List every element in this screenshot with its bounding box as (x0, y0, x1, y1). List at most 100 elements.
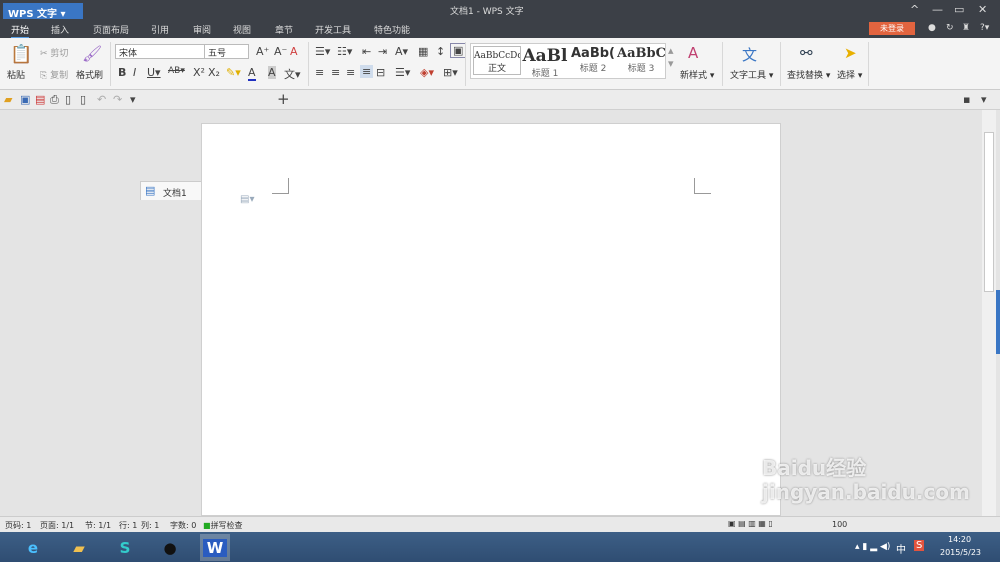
wps-taskbar-icon[interactable]: W (200, 534, 230, 561)
minimize-button[interactable]: — (932, 3, 943, 16)
save-icon[interactable]: ▣ (20, 93, 30, 106)
sync-icon[interactable]: ↻ (946, 23, 954, 33)
highlight-icon[interactable]: ✎▾ (226, 66, 241, 79)
find-replace-label: 查找替换 (787, 71, 824, 81)
paste-button[interactable]: 粘贴 (7, 68, 25, 81)
status-col: 列: 1 (141, 521, 160, 530)
line-spacing-icon[interactable]: ☰▾ (395, 66, 410, 79)
subscript-button[interactable]: X₂ (208, 66, 220, 79)
char-shading-icon[interactable]: A (268, 66, 276, 79)
tab-references[interactable]: 引用 (151, 23, 169, 36)
increase-indent-icon[interactable]: ⇥ (378, 45, 387, 58)
help-icon[interactable]: ?▾ (980, 23, 989, 33)
wps-menu-button[interactable]: WPS 文字 ▾ (3, 3, 83, 20)
new-style-button[interactable]: 新样式 ▾ (680, 68, 714, 81)
clear-format-icon[interactable]: A (290, 45, 298, 58)
table-icon[interactable]: ▦ (418, 45, 428, 58)
spell-check-button[interactable]: ■拼写检查 (203, 520, 243, 531)
numbering-icon[interactable]: ☷▾ (337, 45, 352, 58)
new-tab-button[interactable]: + (277, 90, 290, 108)
tab-page-layout[interactable]: 页面布局 (93, 23, 129, 36)
font-size-select[interactable]: 五号 (204, 44, 249, 59)
collapse-ribbon-icon[interactable]: ^ (910, 3, 919, 16)
document-page[interactable]: ▤▾ (201, 123, 781, 516)
tab-developer[interactable]: 开发工具 (315, 23, 351, 36)
sort-icon[interactable]: ↕ (436, 45, 445, 58)
decrease-indent-icon[interactable]: ⇤ (362, 45, 371, 58)
clock-time[interactable]: 14:20 (948, 535, 971, 544)
strikethrough-button[interactable]: AB▾ (168, 66, 185, 76)
bold-button[interactable]: B (118, 66, 126, 79)
preview-icon[interactable]: ▯ (80, 93, 86, 106)
view-mode-icons[interactable]: ▣ ▤ ▥ ▦ ▯ (728, 519, 773, 528)
select-button[interactable]: 选择 ▾ (837, 68, 862, 81)
grow-font-icon[interactable]: A⁺ (256, 45, 269, 58)
style-scroll-icon[interactable]: ▴ ▾ (668, 44, 674, 70)
text-tools-button[interactable]: 文字工具 ▾ (730, 68, 773, 81)
style-heading-3[interactable]: AaBbC 标题 3 (617, 46, 665, 74)
cut-button[interactable]: ✂ 剪切 (40, 46, 68, 59)
close-button[interactable]: ✕ (978, 3, 987, 16)
zoom-level[interactable]: 100 (832, 520, 847, 529)
align-center-icon[interactable]: ≡ (331, 66, 340, 79)
align-left-icon[interactable]: ≡ (315, 66, 324, 79)
text-direction-icon[interactable]: A▾ (395, 45, 408, 58)
restore-icon[interactable]: ▪ (963, 93, 970, 106)
tab-features[interactable]: 特色功能 (374, 23, 410, 36)
app-name: WPS 文字 (8, 9, 58, 20)
find-replace-button[interactable]: 查找替换 ▾ (787, 68, 830, 81)
clock-date[interactable]: 2015/5/23 (940, 548, 981, 557)
show-marks-icon[interactable]: ▣ (450, 43, 467, 58)
tab-view[interactable]: 视图 (233, 23, 251, 36)
font-name-select[interactable]: 宋体 (115, 44, 205, 59)
export-pdf-icon[interactable]: ▤ (35, 93, 45, 106)
style-normal[interactable]: AaBbCcDd 正文 (473, 46, 521, 75)
tray-icons[interactable]: ▴ ▮ ▂ ◀) (855, 542, 890, 552)
qq-icon[interactable]: ● (155, 534, 185, 561)
options-icon[interactable]: ▾ (981, 93, 987, 106)
shirt-icon[interactable]: ♜ (962, 23, 970, 33)
sogou-icon[interactable]: S (110, 534, 140, 561)
open-icon[interactable]: ▰ (4, 93, 12, 106)
status-row: 行: 1 (119, 521, 138, 530)
italic-button[interactable]: I (133, 66, 136, 79)
distribute-icon[interactable]: ⊟ (376, 66, 385, 79)
superscript-button[interactable]: X² (193, 66, 205, 79)
copy-button[interactable]: ⎘ 复制 (40, 68, 68, 81)
style-gallery: AaBbCcDd 正文 AaBl 标题 1 AaBb(标题 2 AaBbC 标题 3 (470, 43, 666, 79)
print-icon[interactable]: ⎙ (50, 93, 59, 107)
copy-label: 复制 (50, 71, 69, 81)
maximize-button[interactable]: ▭ (954, 3, 964, 16)
redo-icon[interactable]: ↷ (113, 93, 122, 106)
customize-icon[interactable]: ▾ (130, 93, 136, 106)
style-label: 标题 2 (579, 64, 607, 74)
tab-review[interactable]: 审阅 (193, 23, 211, 36)
phonetic-icon[interactable]: 文▾ (284, 66, 301, 82)
justify-icon[interactable]: ≡ (360, 65, 374, 78)
side-panel-handle[interactable] (996, 290, 1000, 354)
ie-icon[interactable]: e (18, 534, 48, 561)
tab-chapter[interactable]: 章节 (275, 23, 293, 36)
undo-icon[interactable]: ↶ (97, 93, 106, 106)
scrollbar-thumb[interactable] (984, 132, 994, 292)
font-color-icon[interactable]: A (248, 66, 256, 81)
print-preview-icon[interactable]: ▯ (65, 93, 71, 106)
style-heading-1[interactable]: AaBl 标题 1 (521, 46, 569, 79)
explorer-icon[interactable]: ▰ (64, 534, 94, 561)
style-heading-2[interactable]: AaBb(标题 2 (569, 46, 617, 74)
format-painter-button[interactable]: 格式刷 (76, 68, 103, 81)
paste-options-icon[interactable]: ▤▾ (240, 194, 254, 205)
shading-icon[interactable]: ◈▾ (420, 66, 434, 79)
underline-button[interactable]: U▾ (147, 66, 161, 79)
bullets-icon[interactable]: ☰▾ (315, 45, 330, 58)
align-right-icon[interactable]: ≡ (346, 66, 355, 79)
skin-icon[interactable]: ● (928, 23, 936, 33)
ime-indicator[interactable]: 中 (896, 541, 906, 556)
shrink-font-icon[interactable]: A⁻ (274, 45, 287, 58)
status-page: 页码: 1 (5, 521, 32, 530)
tab-insert[interactable]: 插入 (51, 23, 69, 36)
tab-home[interactable]: 开始 (11, 23, 30, 39)
border-icon[interactable]: ⊞▾ (443, 66, 458, 79)
login-button[interactable]: 未登录 (869, 22, 915, 35)
sogou-ime-icon[interactable]: S (914, 540, 925, 551)
